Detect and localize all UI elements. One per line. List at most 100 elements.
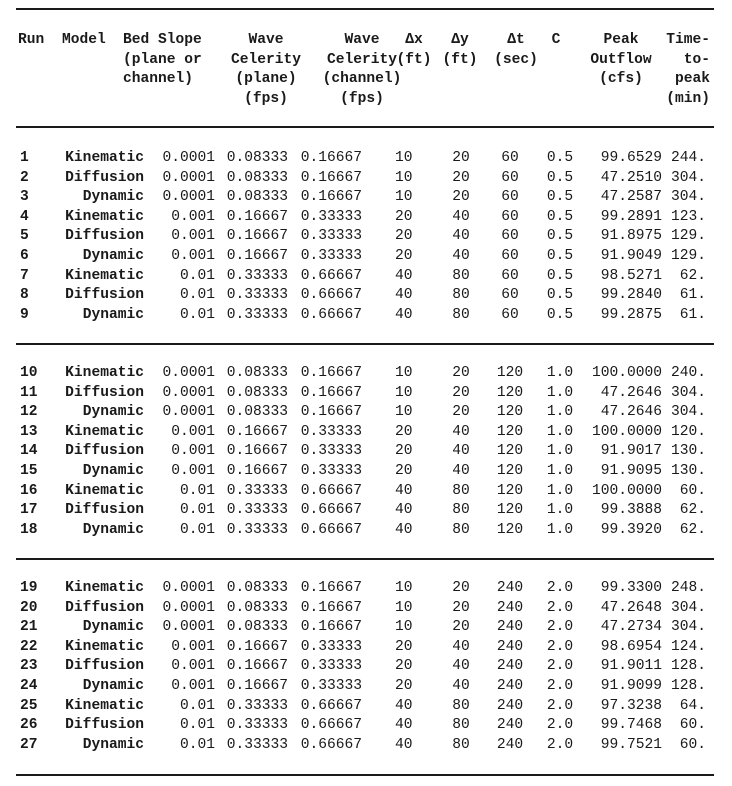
- cell-peak-outflow: 99.6529: [600, 150, 662, 166]
- cell-dy: 20: [452, 169, 470, 186]
- group-separator-rule: [16, 343, 714, 345]
- cell-dy: 80: [452, 482, 470, 499]
- cell-dx: 40: [395, 482, 413, 499]
- cell-dy: 80: [452, 736, 470, 753]
- table-row: 22 Kinematic 0.001 0.16667 0.33333 20 40 240 2.0…: [0, 638, 732, 658]
- cell-model: Kinematic: [65, 638, 144, 655]
- cell-dx: 10: [395, 580, 413, 596]
- cell-dx: 20: [395, 208, 413, 225]
- cell-bed-slope: 0.0001: [162, 150, 215, 166]
- cell-peak-outflow: 91.9099: [600, 678, 662, 694]
- cell-c: 0.5: [546, 228, 574, 245]
- cell-dt: 120: [496, 365, 524, 381]
- cell-dy: 80: [452, 306, 470, 323]
- table-row: 23 Diffusion 0.001 0.16667 0.33333 20 40 240 2.0…: [0, 657, 732, 677]
- cell-dx: 10: [395, 365, 413, 381]
- cell-dx: 40: [395, 287, 413, 304]
- cell-bed-slope: 0.001: [171, 678, 215, 694]
- cell-c: 1.0: [546, 482, 574, 499]
- cell-time-to-peak: 129.: [670, 248, 706, 264]
- cell-time-to-peak: 60.: [679, 736, 706, 753]
- cell-wave-celerity-channel: 0.66667: [300, 267, 362, 284]
- header-dx: Δx (ft): [396, 32, 432, 68]
- cell-model: Dynamic: [82, 619, 144, 636]
- cell-time-to-peak: 60.: [679, 717, 706, 734]
- cell-c: 1.0: [546, 384, 574, 401]
- cell-time-to-peak: 244.: [670, 150, 706, 166]
- cell-peak-outflow: 47.2646: [600, 384, 662, 401]
- cell-wave-celerity-plane: 0.08333: [226, 189, 288, 206]
- cell-wave-celerity-plane: 0.08333: [226, 599, 288, 616]
- cell-dy: 20: [452, 580, 470, 596]
- cell-bed-slope: 0.01: [179, 306, 215, 323]
- cell-bed-slope: 0.01: [179, 717, 215, 734]
- table-row: 14 Diffusion 0.001 0.16667 0.33333 20 40 120 1.0…: [0, 442, 732, 462]
- cell-wave-celerity-channel: 0.16667: [300, 404, 362, 421]
- table-row: 1 Kinematic 0.0001 0.08333 0.16667 10 20 60 0.5 9…: [0, 149, 732, 169]
- cell-c: 0.5: [546, 306, 574, 323]
- cell-wave-celerity-plane: 0.16667: [226, 678, 288, 694]
- cell-dy: 20: [452, 599, 470, 616]
- header-c: C: [551, 32, 561, 48]
- cell-dy: 20: [452, 189, 470, 206]
- table-row: 13 Kinematic 0.001 0.16667 0.33333 20 40 120 1.0…: [0, 423, 732, 443]
- cell-dy: 20: [452, 150, 470, 166]
- cell-time-to-peak: 64.: [679, 697, 706, 714]
- cell-wave-celerity-plane: 0.33333: [226, 267, 288, 284]
- cell-dt: 60: [501, 248, 519, 264]
- cell-peak-outflow: 47.2510: [600, 169, 662, 186]
- cell-dt: 240: [496, 580, 524, 596]
- cell-bed-slope: 0.01: [179, 502, 215, 519]
- cell-peak-outflow: 97.3238: [600, 697, 662, 714]
- cell-dy: 40: [452, 228, 470, 245]
- header-dy: Δy (ft): [442, 32, 478, 68]
- cell-time-to-peak: 123.: [670, 208, 706, 225]
- cell-dx: 40: [395, 736, 413, 753]
- table-row: 20 Diffusion 0.0001 0.08333 0.16667 10 20 240 2.…: [0, 599, 732, 619]
- cell-peak-outflow: 100.0000: [591, 482, 662, 499]
- table-row: 15 Dynamic 0.001 0.16667 0.33333 20 40 120 1.0 91…: [0, 462, 732, 482]
- cell-dt: 240: [496, 717, 524, 734]
- cell-c: 1.0: [546, 463, 574, 479]
- cell-peak-outflow: 100.0000: [591, 365, 662, 381]
- cell-wave-celerity-channel: 0.16667: [300, 619, 362, 636]
- cell-wave-celerity-channel: 0.16667: [300, 169, 362, 186]
- cell-peak-outflow: 99.3888: [600, 502, 662, 519]
- cell-model: Kinematic: [65, 482, 144, 499]
- cell-c: 1.0: [546, 423, 574, 440]
- cell-model: Dynamic: [82, 248, 144, 264]
- cell-dt: 120: [496, 463, 524, 479]
- cell-wave-celerity-channel: 0.33333: [300, 658, 362, 675]
- cell-peak-outflow: 47.2648: [600, 599, 662, 616]
- cell-wave-celerity-plane: 0.33333: [226, 482, 288, 499]
- cell-model: Kinematic: [65, 365, 144, 381]
- cell-dx: 40: [395, 697, 413, 714]
- cell-wave-celerity-channel: 0.16667: [300, 580, 362, 596]
- cell-wave-celerity-plane: 0.33333: [226, 306, 288, 323]
- cell-dt: 240: [496, 678, 524, 694]
- cell-wave-celerity-channel: 0.16667: [300, 189, 362, 206]
- cell-dx: 10: [395, 619, 413, 636]
- cell-time-to-peak: 304.: [670, 599, 706, 616]
- cell-dy: 80: [452, 267, 470, 284]
- cell-dy: 40: [452, 463, 470, 479]
- cell-wave-celerity-plane: 0.16667: [226, 208, 288, 225]
- cell-bed-slope: 0.001: [171, 423, 215, 440]
- cell-wave-celerity-channel: 0.66667: [300, 306, 362, 323]
- cell-bed-slope: 0.01: [179, 482, 215, 499]
- cell-wave-celerity-plane: 0.16667: [226, 248, 288, 264]
- cell-model: Diffusion: [65, 443, 144, 460]
- cell-dy: 20: [452, 404, 470, 421]
- cell-dx: 10: [395, 169, 413, 186]
- cell-dx: 40: [395, 306, 413, 323]
- cell-model: Diffusion: [65, 287, 144, 304]
- cell-dt: 240: [496, 658, 524, 675]
- cell-model: Dynamic: [82, 736, 144, 753]
- cell-dt: 120: [496, 521, 524, 538]
- cell-dx: 20: [395, 248, 413, 264]
- cell-dx: 20: [395, 678, 413, 694]
- cell-dt: 60: [501, 169, 519, 186]
- cell-model: Diffusion: [65, 658, 144, 675]
- cell-wave-celerity-plane: 0.08333: [226, 365, 288, 381]
- table-row: 5 Diffusion 0.001 0.16667 0.33333 20 40 60 0.5 91…: [0, 227, 732, 247]
